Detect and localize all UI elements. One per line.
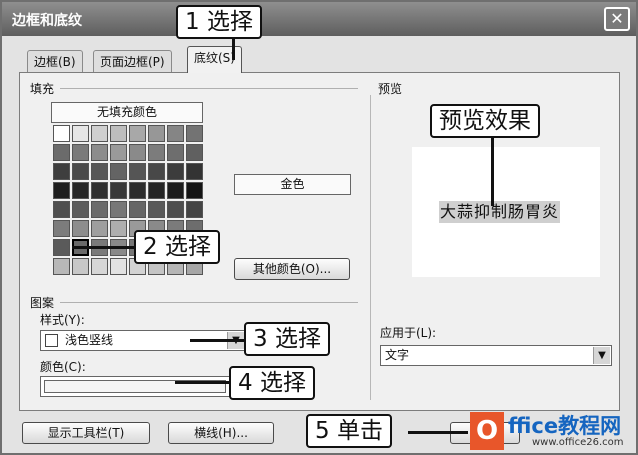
color-swatch[interactable]: [110, 182, 127, 199]
color-swatch[interactable]: [53, 201, 70, 218]
color-swatch[interactable]: [53, 220, 70, 237]
callout-3: 3 选择: [244, 322, 330, 356]
apply-to-select[interactable]: 文字 ▼: [380, 345, 612, 366]
chevron-down-icon[interactable]: ▼: [593, 347, 610, 364]
color-swatch[interactable]: [91, 182, 108, 199]
color-swatch[interactable]: [148, 125, 165, 142]
color-swatch[interactable]: [72, 258, 89, 275]
color-swatch[interactable]: [186, 125, 203, 142]
color-swatch[interactable]: [167, 182, 184, 199]
color-swatch[interactable]: [186, 144, 203, 161]
color-swatch[interactable]: [129, 163, 146, 180]
dialog-title: 边框和底纹: [12, 13, 82, 29]
title-bar: 边框和底纹 ✕: [2, 2, 636, 36]
color-swatch[interactable]: [129, 125, 146, 142]
callout-1: 1 选择: [176, 5, 262, 39]
preview-group-label: 预览: [378, 82, 403, 96]
callout-4: 4 选择: [229, 366, 315, 400]
callout-5: 5 单击: [306, 414, 392, 448]
color-swatch[interactable]: [110, 220, 127, 237]
callout-2-pointer: [72, 246, 136, 249]
fill-group-divider: [60, 88, 358, 89]
color-swatch[interactable]: [53, 182, 70, 199]
show-toolbar-button[interactable]: 显示工具栏(T): [22, 422, 150, 444]
color-swatch[interactable]: [91, 163, 108, 180]
color-swatch[interactable]: [110, 163, 127, 180]
watermark-brand: ffice教程网: [508, 414, 622, 438]
color-swatch[interactable]: [129, 201, 146, 218]
pattern-swatch: [45, 334, 58, 347]
color-swatch[interactable]: [53, 239, 70, 256]
color-swatch[interactable]: [72, 144, 89, 161]
color-swatch[interactable]: [167, 125, 184, 142]
color-swatch[interactable]: [91, 220, 108, 237]
color-swatch[interactable]: [186, 182, 203, 199]
color-swatch[interactable]: [72, 220, 89, 237]
color-swatch[interactable]: [186, 201, 203, 218]
color-swatch[interactable]: [53, 144, 70, 161]
color-swatch[interactable]: [72, 182, 89, 199]
apply-to-label: 应用于(L):: [380, 326, 437, 340]
no-fill-button[interactable]: 无填充颜色: [51, 102, 203, 123]
color-swatch[interactable]: [53, 258, 70, 275]
style-value: 浅色竖线: [65, 333, 114, 347]
color-swatch[interactable]: [91, 125, 108, 142]
color-swatch[interactable]: [72, 163, 89, 180]
color-swatch[interactable]: [91, 144, 108, 161]
close-icon[interactable]: ✕: [604, 7, 630, 31]
preview-callout-pointer: [491, 136, 494, 206]
color-swatch[interactable]: [167, 144, 184, 161]
color-swatch[interactable]: [110, 125, 127, 142]
color-swatch[interactable]: [110, 201, 127, 218]
style-label: 样式(Y):: [40, 313, 85, 327]
callout-4-pointer: [175, 381, 231, 384]
tab-borders[interactable]: 边框(B): [27, 50, 83, 72]
preview-group-border: [370, 95, 371, 400]
preview-effect-callout: 预览效果: [430, 104, 540, 138]
selected-color-name: 金色: [234, 174, 351, 195]
callout-5-pointer: [408, 431, 468, 434]
preview-sample-text: 大蒜抑制肠胃炎: [439, 201, 561, 223]
tab-page-border[interactable]: 页面边框(P): [93, 50, 172, 72]
callout-1-pointer: [232, 38, 235, 60]
color-label: 颜色(C):: [40, 360, 86, 374]
color-swatch[interactable]: [110, 258, 127, 275]
apply-to-value: 文字: [385, 348, 410, 362]
pattern-group-label: 图案: [30, 296, 55, 310]
watermark-url: www.office26.com: [532, 437, 624, 448]
color-swatch[interactable]: [148, 144, 165, 161]
color-swatch[interactable]: [167, 201, 184, 218]
watermark-logo: O ffice教程网 www.office26.com: [470, 410, 636, 454]
office-logo-icon: O: [470, 412, 504, 450]
fill-group-label: 填充: [30, 82, 55, 96]
color-swatch[interactable]: [186, 163, 203, 180]
pattern-group-divider: [60, 302, 358, 303]
color-swatch[interactable]: [91, 258, 108, 275]
color-swatch[interactable]: [129, 144, 146, 161]
color-swatch[interactable]: [129, 182, 146, 199]
callout-2: 2 选择: [134, 230, 220, 264]
more-colors-button[interactable]: 其他颜色(O)...: [234, 258, 350, 280]
color-swatch[interactable]: [148, 163, 165, 180]
color-swatch[interactable]: [53, 163, 70, 180]
color-swatch[interactable]: [167, 163, 184, 180]
horizontal-line-button[interactable]: 横线(H)...: [168, 422, 274, 444]
callout-3-pointer: [190, 339, 246, 342]
pattern-color-select[interactable]: [40, 376, 230, 397]
color-swatch[interactable]: [110, 144, 127, 161]
color-swatch[interactable]: [148, 201, 165, 218]
color-swatch[interactable]: [72, 125, 89, 142]
color-swatch[interactable]: [91, 201, 108, 218]
color-swatch[interactable]: [53, 125, 70, 142]
borders-and-shading-dialog: 边框和底纹 ✕ 边框(B) 页面边框(P) 底纹(S) 填充 无填充颜色 金色 …: [0, 0, 638, 455]
color-swatch[interactable]: [148, 182, 165, 199]
color-swatch[interactable]: [72, 201, 89, 218]
